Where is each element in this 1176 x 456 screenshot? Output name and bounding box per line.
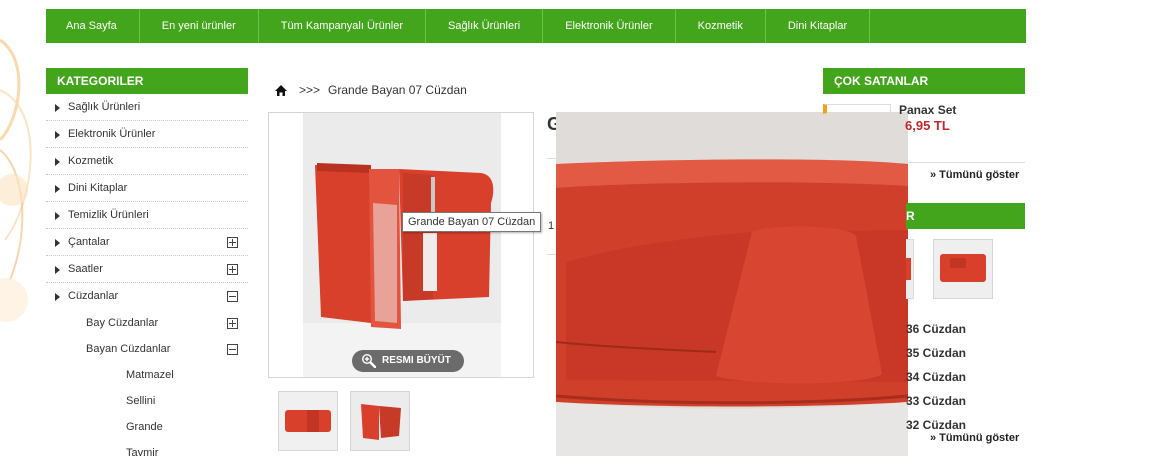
triangle-right-icon	[55, 293, 60, 301]
categories-header: KATEGORILER	[46, 68, 248, 94]
plus-box-icon[interactable]	[227, 264, 238, 275]
product-info-fragment: 1	[548, 220, 555, 232]
nav-item-kozmetik[interactable]: Kozmetik	[676, 9, 766, 43]
category-label: Temizlik Ürünleri	[68, 209, 149, 221]
subcategory-label: Bayan Cüzdanlar	[86, 343, 171, 355]
category-label: Dini Kitaplar	[68, 182, 128, 194]
wallet-closed-thumbnail	[279, 392, 337, 450]
plus-box-icon[interactable]	[227, 237, 238, 248]
categories-list: Sağlık Ürünleri Elektronik Ürünler Kozme…	[46, 94, 248, 456]
category-item-dini-kitaplar[interactable]: Dini Kitaplar	[46, 175, 248, 202]
related-thumbnail-partial[interactable]	[906, 239, 914, 299]
breadcrumb-separator: >>>	[299, 83, 321, 97]
category-label: Saatler	[68, 263, 103, 275]
triangle-right-icon	[55, 266, 60, 274]
category-item-cantalar[interactable]: Çantalar	[46, 229, 248, 256]
enlarge-image-label: RESMI BÜYÜT	[382, 355, 451, 366]
category-label: Kozmetik	[68, 155, 114, 167]
related-item[interactable]: 36 Cüzdan	[906, 322, 966, 346]
related-show-all-link[interactable]: » Tümünü göster	[930, 432, 1019, 444]
triangle-right-icon	[55, 185, 60, 193]
wallet-open-photo	[303, 113, 501, 377]
bestsellers-header: ÇOK SATANLAR	[823, 68, 1025, 94]
triangle-right-icon	[55, 212, 60, 220]
minus-box-icon[interactable]	[227, 344, 238, 355]
category-item-temizlik[interactable]: Temizlik Ürünleri	[46, 202, 248, 229]
related-products-list: 36 Cüzdan 35 Cüzdan 34 Cüzdan 33 Cüzdan …	[906, 322, 966, 442]
related-header-fragment: R	[906, 209, 915, 223]
bestsellers-show-all-link[interactable]: » Tümünü göster	[930, 169, 1019, 181]
nav-item-kampanyali-urunler[interactable]: Tüm Kampanyalı Ürünler	[259, 9, 427, 43]
category-item-saatler[interactable]: Saatler	[46, 256, 248, 283]
nav-item-ana-sayfa[interactable]: Ana Sayfa	[46, 9, 140, 43]
nav-item-dini-kitaplar[interactable]: Dini Kitaplar	[766, 9, 871, 43]
bestseller-thumbnail[interactable]	[823, 104, 891, 114]
nav-item-elektronik-urunler[interactable]: Elektronik Ürünler	[543, 9, 676, 43]
related-item[interactable]: 33 Cüzdan	[906, 394, 966, 418]
top-navigation: Ana Sayfa En yeni ürünler Tüm Kampanyalı…	[46, 9, 1026, 43]
related-products-header: R	[906, 203, 1025, 229]
home-icon[interactable]	[275, 84, 287, 96]
category-item-cuzdanlar[interactable]: Cüzdanlar	[46, 283, 248, 310]
bestseller-price: 6,95 TL	[905, 118, 950, 133]
brand-item-sellini[interactable]: Sellini	[46, 388, 248, 414]
enlarge-image-button[interactable]: RESMI BÜYÜT	[352, 350, 464, 372]
wallet-thumbnail-partial	[906, 240, 913, 298]
product-thumbnail-2[interactable]	[350, 391, 410, 451]
divider	[908, 162, 1025, 163]
breadcrumb-current: Grande Bayan 07 Cüzdan	[328, 83, 467, 97]
triangle-right-icon	[55, 131, 60, 139]
subcategory-bay-cuzdanlar[interactable]: Bay Cüzdanlar	[46, 310, 248, 336]
category-label: Elektronik Ürünler	[68, 128, 156, 140]
category-label: Çantalar	[68, 236, 110, 248]
triangle-right-icon	[55, 158, 60, 166]
brand-item-grande[interactable]: Grande	[46, 414, 248, 440]
minus-box-icon[interactable]	[227, 291, 238, 302]
category-label: Sağlık Ürünleri	[68, 101, 141, 113]
category-label: Cüzdanlar	[68, 290, 119, 302]
category-item-elektronik[interactable]: Elektronik Ürünler	[46, 121, 248, 148]
related-item[interactable]: 34 Cüzdan	[906, 370, 966, 394]
wallet-thumbnail	[934, 240, 992, 298]
wallet-open-thumbnail	[351, 392, 409, 450]
triangle-right-icon	[55, 239, 60, 247]
brand-item-matmazel[interactable]: Matmazel	[46, 362, 248, 388]
subcategory-bayan-cuzdanlar[interactable]: Bayan Cüzdanlar	[46, 336, 248, 362]
category-item-kozmetik[interactable]: Kozmetik	[46, 148, 248, 175]
product-thumbnail-1[interactable]	[278, 391, 338, 451]
nav-item-en-yeni-urunler[interactable]: En yeni ürünler	[140, 9, 259, 43]
nav-item-saglik-urunleri[interactable]: Sağlık Ürünleri	[426, 9, 544, 43]
category-item-saglik[interactable]: Sağlık Ürünleri	[46, 94, 248, 121]
image-tooltip: Grande Bayan 07 Cüzdan	[402, 212, 542, 232]
product-main-image[interactable]	[268, 112, 534, 378]
related-item[interactable]: 35 Cüzdan	[906, 346, 966, 370]
breadcrumb: >>> Grande Bayan 07 Cüzdan	[275, 82, 467, 98]
wallet-zoomed-photo	[556, 112, 908, 456]
related-thumbnail[interactable]	[933, 239, 993, 299]
triangle-right-icon	[55, 104, 60, 112]
subcategory-label: Bay Cüzdanlar	[86, 317, 159, 329]
brand-item-taymir[interactable]: Taymir	[46, 440, 248, 456]
plus-box-icon[interactable]	[227, 318, 238, 329]
image-zoom-overlay[interactable]	[556, 112, 908, 456]
magnifier-plus-icon	[362, 354, 376, 368]
bestseller-name[interactable]: Panax Set	[899, 103, 956, 117]
